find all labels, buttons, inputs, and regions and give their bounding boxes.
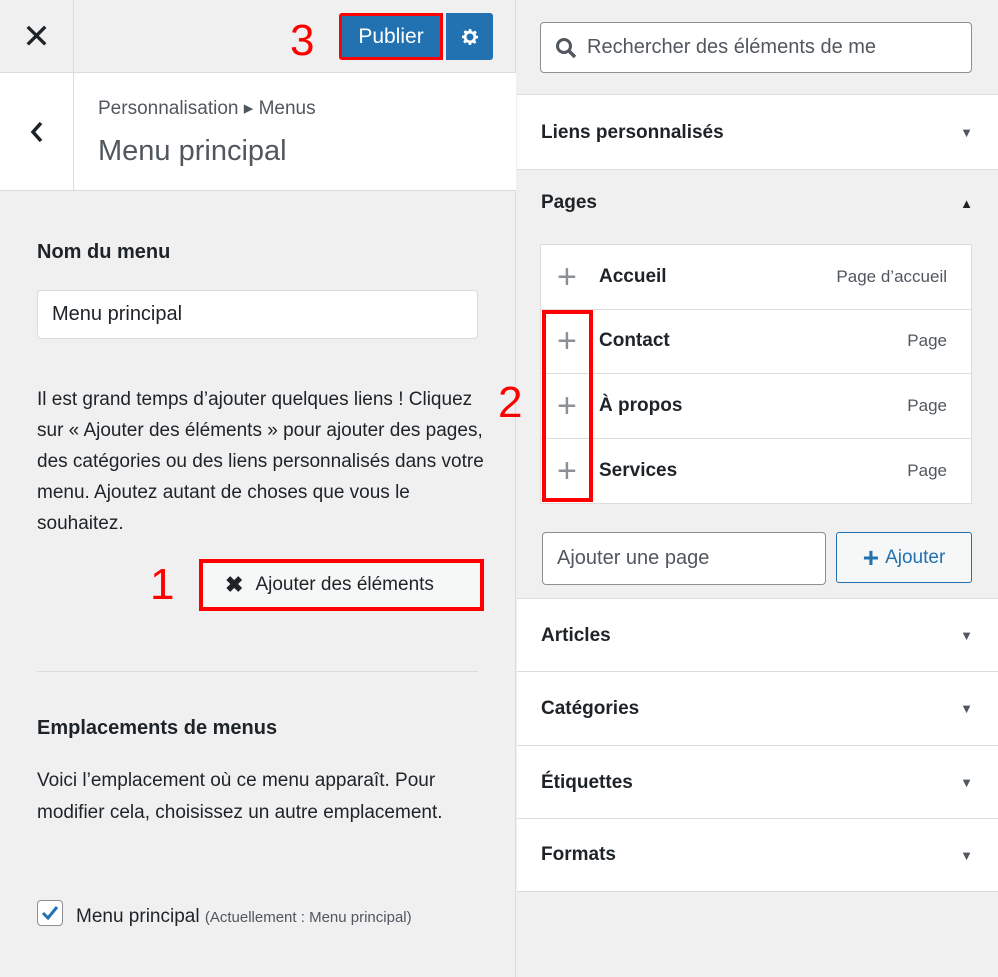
chevron-down-icon: ▼ xyxy=(960,847,973,863)
chevron-down-icon: ▼ xyxy=(960,125,973,140)
page-item-a-propos[interactable]: + À propos Page xyxy=(541,374,971,439)
breadcrumb: Personnalisation ▸ Menus xyxy=(98,98,316,119)
add-icon[interactable]: + xyxy=(557,260,577,294)
chevron-up-icon[interactable]: ▲ xyxy=(960,196,973,211)
page-item-type: Page xyxy=(907,460,947,480)
accordion-label: Articles xyxy=(541,624,611,646)
location-current-note: (Actuellement : Menu principal) xyxy=(204,909,412,926)
publish-group: Publier xyxy=(339,13,493,62)
help-text: Il est grand temps d’ajouter quelques li… xyxy=(37,389,484,534)
divider xyxy=(517,891,998,892)
pages-list: + Accueil Page d’accueil + Contact Page … xyxy=(540,244,972,504)
annotation-number-1: 1 xyxy=(150,560,175,609)
page-title: Menu principal xyxy=(98,135,287,167)
annotation-number-3: 3 xyxy=(290,16,315,65)
search-icon xyxy=(556,37,577,58)
accordion-label: Liens personnalisés xyxy=(541,121,724,143)
checkmark-icon xyxy=(41,906,59,921)
page-item-accueil[interactable]: + Accueil Page d’accueil xyxy=(541,245,971,310)
add-items-label: Ajouter des éléments xyxy=(255,574,434,595)
menu-name-input[interactable]: Menu principal xyxy=(37,290,478,339)
accordion-label: Étiquettes xyxy=(541,771,633,793)
accordion-label: Formats xyxy=(541,844,616,865)
close-icon: ✕ xyxy=(22,17,51,56)
available-menu-items-panel: Rechercher des éléments de me Liens pers… xyxy=(498,0,998,977)
location-checkbox-label: Menu principal (Actuellement : Menu prin… xyxy=(76,900,476,934)
accordion-categories[interactable]: Catégories ▼ xyxy=(517,671,998,745)
search-placeholder: Rechercher des éléments de me xyxy=(587,36,877,58)
menu-locations-description: Voici l’emplacement où ce menu apparaît.… xyxy=(37,770,443,823)
add-items-button[interactable]: ✖ Ajouter des éléments xyxy=(199,559,484,611)
annotation-number-2: 2 xyxy=(498,378,523,427)
accordion-articles[interactable]: Articles ▼ xyxy=(517,598,998,672)
publish-settings-button[interactable] xyxy=(446,13,493,60)
chevron-down-icon: ▼ xyxy=(960,628,973,643)
menu-name-heading: Nom du menu xyxy=(37,241,171,263)
gear-icon xyxy=(461,28,478,45)
page-item-title: À propos xyxy=(599,394,683,416)
publish-button[interactable]: Publier xyxy=(339,13,443,60)
page-item-type: Page xyxy=(907,395,947,415)
add-page-button[interactable]: + Ajouter xyxy=(836,532,972,583)
accordion-tags[interactable]: Étiquettes ▼ xyxy=(517,745,998,819)
chevron-down-icon: ▼ xyxy=(960,775,973,790)
panel-header: Personnalisation ▸ Menus Menu principal xyxy=(0,73,516,191)
accordion-formats[interactable]: Formats ▼ xyxy=(517,818,998,891)
chevron-left-icon xyxy=(30,121,42,143)
annotation-highlight-box xyxy=(542,310,593,502)
page-item-type: Page d’accueil xyxy=(836,266,947,286)
chevron-down-icon: ▼ xyxy=(960,701,973,716)
add-page-button-label: Ajouter xyxy=(885,546,946,568)
close-button[interactable]: ✕ xyxy=(0,0,74,73)
accordion-custom-links[interactable]: Liens personnalisés ▼ xyxy=(517,94,998,170)
back-button[interactable] xyxy=(0,73,74,191)
search-input[interactable]: Rechercher des éléments de me xyxy=(540,22,972,73)
customizer-sidebar: ✕ 3 Publier Personnalisation ▸ Menus Men… xyxy=(0,0,516,977)
page-item-title: Services xyxy=(599,459,678,481)
page-item-services[interactable]: + Services Page xyxy=(541,439,971,504)
divider xyxy=(37,671,478,672)
accordion-label[interactable]: Pages xyxy=(541,192,597,214)
accordion-label: Catégories xyxy=(541,697,640,719)
page-item-title: Contact xyxy=(599,330,670,352)
page-item-title: Accueil xyxy=(599,265,667,287)
page-item-type: Page xyxy=(907,331,947,351)
menu-locations-heading: Emplacements de menus xyxy=(37,717,278,739)
location-checkbox[interactable] xyxy=(37,900,63,926)
accordion-pages: Pages ▲ + Accueil Page d’accueil + Conta… xyxy=(498,169,998,599)
close-icon: ✖ xyxy=(225,572,244,597)
add-page-input[interactable]: Ajouter une page xyxy=(542,532,826,585)
location-name: Menu principal xyxy=(76,906,200,927)
customizer-topbar: ✕ 3 Publier xyxy=(0,0,516,73)
page-item-contact[interactable]: + Contact Page xyxy=(541,310,971,374)
plus-icon: + xyxy=(862,541,880,573)
